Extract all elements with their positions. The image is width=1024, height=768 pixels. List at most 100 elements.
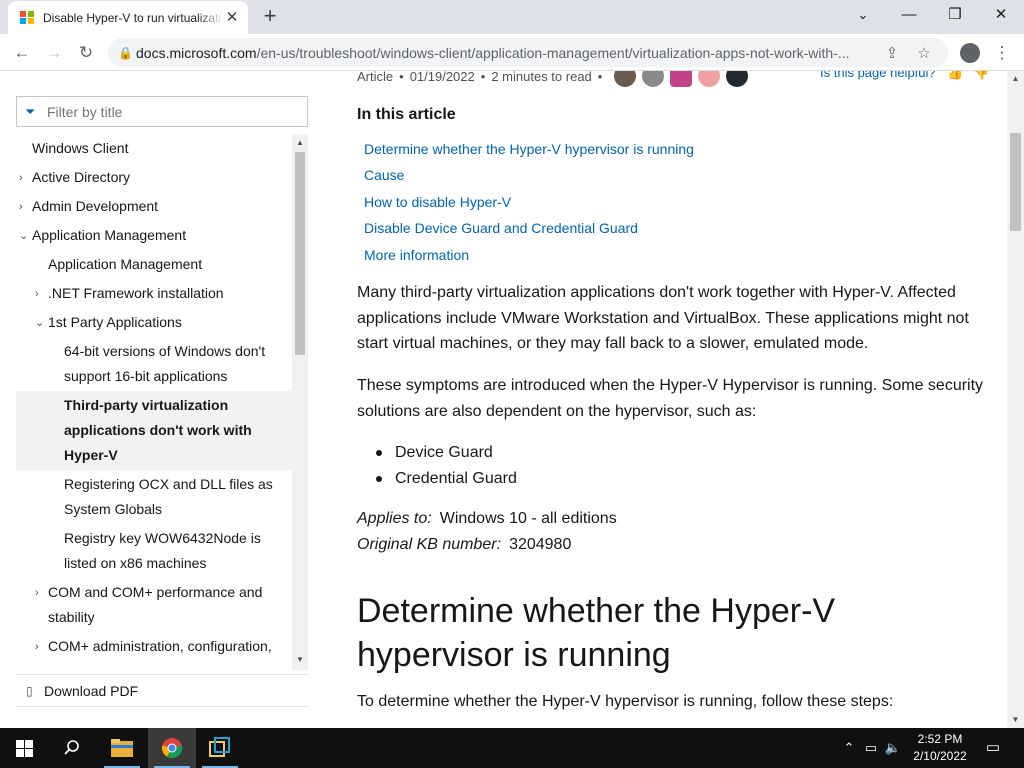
toc-item[interactable]: Registry key WOW6432Node is listed on x8… <box>16 524 292 578</box>
toc-item-label: Admin Development <box>32 198 159 214</box>
page-scroll-thumb[interactable] <box>1010 133 1021 231</box>
lock-icon[interactable]: 🔒 <box>118 46 136 60</box>
profile-avatar[interactable] <box>956 39 984 67</box>
contributor-avatar[interactable] <box>642 71 665 87</box>
window-close-button[interactable]: ✕ <box>978 0 1024 30</box>
notification-icon[interactable]: ▭ <box>978 728 1008 768</box>
chrome-icon[interactable] <box>148 728 196 768</box>
list-item: Credential Guard <box>376 466 517 492</box>
toc-item-label: .NET Framework installation <box>48 285 224 301</box>
browser-tab[interactable]: Disable Hyper-V to run virtualization so… <box>8 1 248 34</box>
symptoms-paragraph: These symptoms are introduced when the H… <box>357 377 984 420</box>
system-tray: ⌃ ▭ 🔈 <box>838 728 904 768</box>
start-icon[interactable] <box>0 728 48 768</box>
windows-taskbar: ⌃ ▭ 🔈 2:52 PM 2/10/2022 ▭ <box>0 728 1024 768</box>
chevron-right-icon[interactable]: › <box>35 635 39 660</box>
article-section-link[interactable]: Determine whether the Hyper-V hypervisor… <box>364 136 694 162</box>
toc-item-label: Registering OCX and DLL files as System … <box>64 476 273 517</box>
thumbs-down-icon[interactable]: 👎 <box>973 71 989 80</box>
clock-time: 2:52 PM <box>917 732 963 746</box>
toc-item[interactable]: › .NET Framework installation <box>16 279 292 308</box>
chevron-up-icon[interactable]: ⌃ <box>838 740 860 756</box>
toc-item-label: Application Management <box>48 256 203 272</box>
toc-item[interactable]: › Admin Development <box>16 192 292 221</box>
toc-item-label: COM and COM+ performance and stability <box>48 584 263 625</box>
contributor-avatar[interactable] <box>614 71 637 87</box>
toc-item-label: COM+ administration, configuration, <box>48 638 272 654</box>
web-page: ⏷ Windows Client › Active Directory › Admin … <box>0 71 1024 728</box>
chevron-down-icon[interactable]: ⌄ <box>35 311 44 336</box>
filter-icon: ⏷ <box>25 103 36 119</box>
chevron-right-icon[interactable]: › <box>19 166 23 191</box>
article-section-link[interactable]: Disable Device Guard and Credential Guar… <box>364 215 694 241</box>
search-icon[interactable] <box>48 728 96 768</box>
toc-item[interactable]: Third-party virtualization applications … <box>16 391 292 470</box>
toc-item[interactable]: Application Management <box>16 250 292 279</box>
toc-item-label: Windows Client <box>32 140 129 156</box>
scroll-up-arrow-icon[interactable]: ▲ <box>1007 74 1024 83</box>
filter-box[interactable]: ⏷ <box>16 96 308 127</box>
microsoft-logo-icon <box>20 10 34 25</box>
applies-to-block: Applies to: Windows 10 - all editions Ori… <box>357 506 617 558</box>
applies-to-label: Applies to: <box>357 510 432 527</box>
scroll-up-arrow-icon[interactable]: ▲ <box>292 138 308 147</box>
page-scrollbar[interactable]: ▲ ▼ <box>1007 71 1024 728</box>
in-this-article-heading: In this article <box>357 106 456 123</box>
toc-item[interactable]: ⌄ Application Management <box>16 221 292 250</box>
toc-item[interactable]: › COM+ administration, configuration, <box>16 632 292 661</box>
scroll-down-arrow-icon[interactable]: ▼ <box>1007 715 1024 724</box>
article-section-link[interactable]: Cause <box>364 162 694 188</box>
toc-item[interactable]: › COM and COM+ performance and stability <box>16 578 292 632</box>
scroll-down-arrow-icon[interactable]: ▼ <box>292 655 308 664</box>
section-heading: Determine whether the Hyper-V hypervisor… <box>357 592 836 674</box>
toc-item[interactable]: Registering OCX and DLL files as System … <box>16 470 292 524</box>
share-icon[interactable]: ⇪ <box>876 44 908 62</box>
forward-button[interactable]: → <box>40 39 68 67</box>
download-pdf-link[interactable]: ▯ Download PDF <box>16 674 308 707</box>
toc-item[interactable]: 64-bit versions of Windows don't support… <box>16 337 292 391</box>
article-type: Article <box>357 71 394 84</box>
volume-muted-icon[interactable]: 🔈 <box>882 740 904 756</box>
tab-search-icon[interactable]: ⌄ <box>840 0 886 30</box>
github-icon[interactable] <box>726 71 749 87</box>
table-of-contents: Windows Client › Active Directory › Admin De… <box>16 134 292 670</box>
article-section-link[interactable]: More information <box>364 242 694 268</box>
toc-scrollbar[interactable]: ▲ ▼ <box>292 134 308 670</box>
minimize-button[interactable]: — <box>886 0 932 30</box>
article-section-link[interactable]: How to disable Hyper-V <box>364 189 694 215</box>
filter-input[interactable] <box>47 103 297 120</box>
network-icon[interactable]: ▭ <box>860 740 882 756</box>
address-bar[interactable]: 🔒 docs.microsoft.com/en-us/troubleshoot/… <box>108 38 948 67</box>
kb-number-value: 3204980 <box>509 536 572 553</box>
bookmark-star-icon[interactable]: ☆ <box>908 44 940 62</box>
toc-item-label: 1st Party Applications <box>48 314 182 330</box>
chevron-right-icon[interactable]: › <box>19 195 23 220</box>
bullet-list: Device Guard Credential Guard <box>376 440 517 491</box>
chevron-down-icon[interactable]: ⌄ <box>19 224 28 249</box>
vm-app-icon[interactable] <box>196 728 244 768</box>
back-button[interactable]: ← <box>8 39 36 67</box>
contributor-avatar[interactable] <box>670 71 693 87</box>
contributor-avatar[interactable] <box>698 71 721 87</box>
steps-intro: To determine whether the Hyper-V hypervi… <box>357 693 894 710</box>
toc-item[interactable]: ⌄ 1st Party Applications <box>16 308 292 337</box>
thumbs-up-icon[interactable]: 👍 <box>947 71 963 80</box>
reload-button[interactable]: ↻ <box>72 39 100 67</box>
chevron-right-icon[interactable]: › <box>35 282 39 307</box>
article-date: 01/19/2022 <box>409 71 475 84</box>
url-text[interactable]: docs.microsoft.com/en-us/troubleshoot/wi… <box>136 45 876 61</box>
file-explorer-icon[interactable] <box>98 728 146 768</box>
chevron-right-icon[interactable]: › <box>35 581 39 606</box>
system-clock[interactable]: 2:52 PM 2/10/2022 <box>908 731 972 765</box>
tab-close-icon[interactable]: ✕ <box>224 9 240 26</box>
browser-menu-icon[interactable]: ⋮ <box>988 39 1016 67</box>
pdf-icon: ▯ <box>26 683 33 698</box>
toc-item-label: Active Directory <box>32 169 131 185</box>
article-metadata: Article • 01/19/2022 • 2 minutes to read… <box>357 71 749 87</box>
restore-button[interactable]: ❐ <box>932 0 978 30</box>
new-tab-button[interactable]: + <box>258 5 282 29</box>
toc-scroll-thumb[interactable] <box>295 152 305 355</box>
toc-item[interactable]: Windows Client <box>16 134 292 163</box>
toc-item-label: Application Management <box>32 227 187 243</box>
toc-item[interactable]: › Active Directory <box>16 163 292 192</box>
